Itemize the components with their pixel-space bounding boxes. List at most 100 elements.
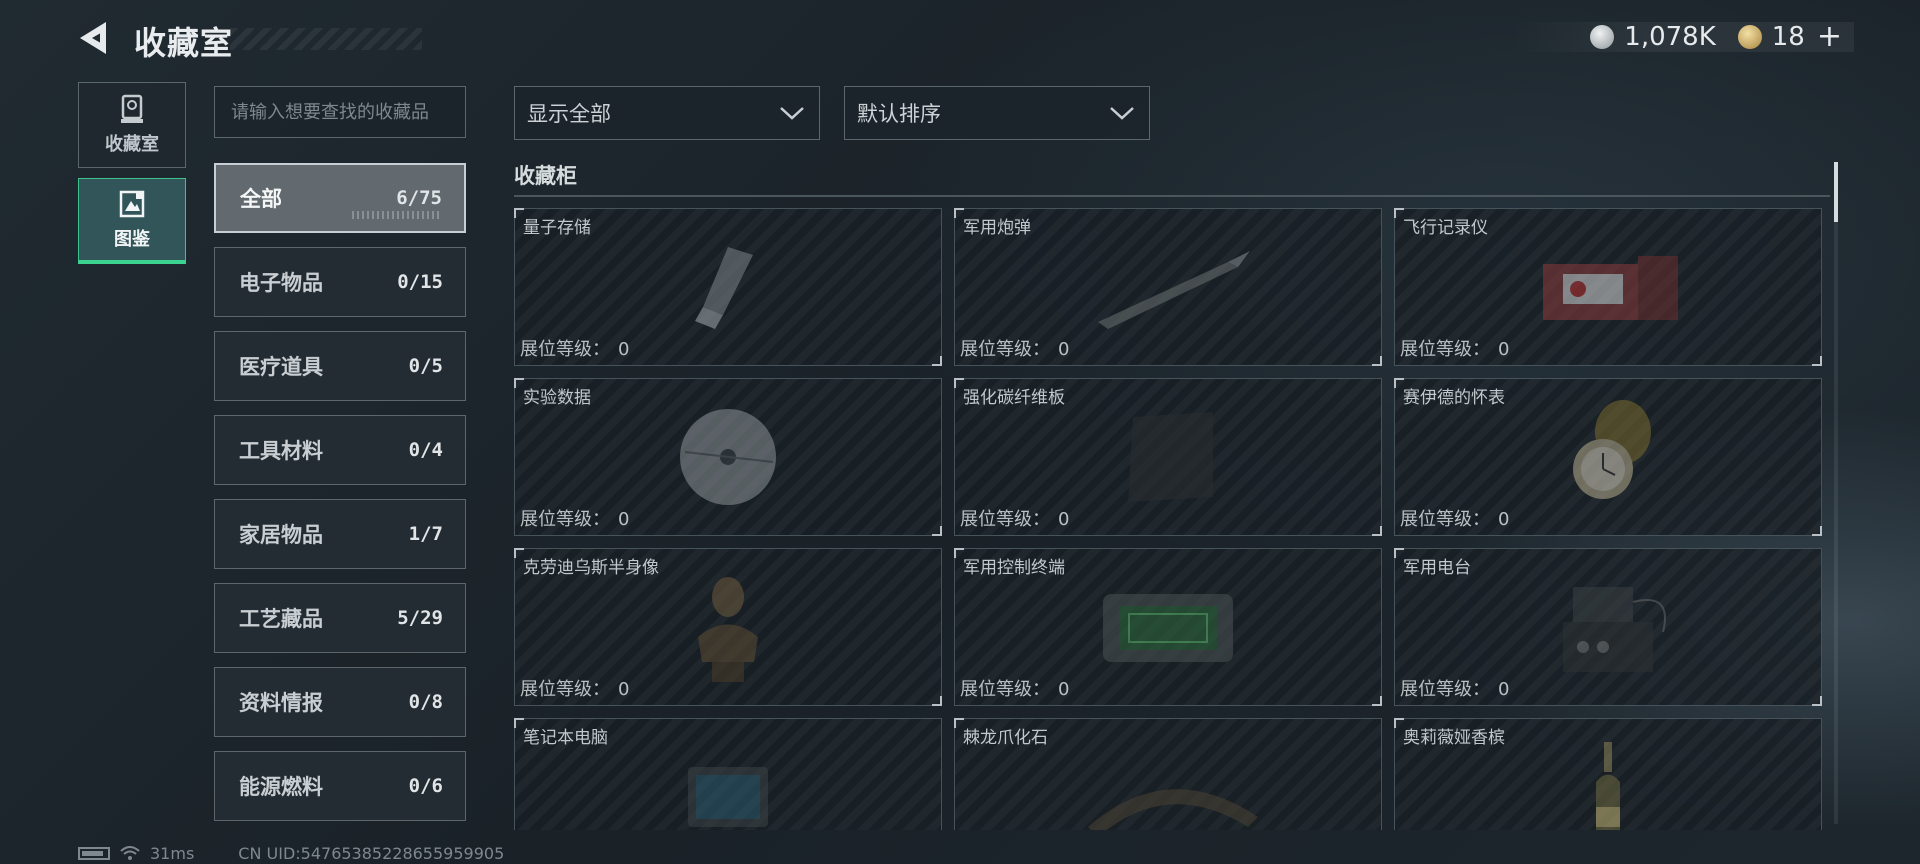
status-footer: 31ms CN UID:54765385228655959905	[78, 843, 504, 863]
bust-statue-icon	[698, 577, 758, 682]
category-item-all[interactable]: 全部 6/75	[214, 163, 466, 233]
category-name: 电子物品	[239, 271, 323, 295]
display-level: 展位等级： 0	[1400, 505, 1509, 531]
collectible-card[interactable]: 军用炮弹 展位等级： 0	[954, 208, 1382, 366]
category-list: 全部 6/75 电子物品 0/15 医疗道具 0/5 工具材料 0/4 家居物品…	[214, 163, 466, 835]
level-label: 展位等级：	[520, 679, 610, 700]
level-label: 展位等级：	[1400, 339, 1490, 360]
level-label: 展位等级：	[1400, 679, 1490, 700]
level-value: 0	[618, 679, 630, 700]
champagne-bottle-icon	[1596, 742, 1620, 830]
display-level: 展位等级： 0	[960, 335, 1069, 361]
collection-grid: 量子存储 展位等级： 0 军用炮弹 展位等级： 0 飞行记录仪 展位等级： 0 …	[514, 208, 1824, 830]
sidebar-item-label: 收藏室	[105, 134, 159, 155]
category-name: 医疗道具	[239, 355, 323, 379]
collectible-card[interactable]: 赛伊德的怀表 展位等级： 0	[1394, 378, 1822, 536]
collectible-card[interactable]: 飞行记录仪 展位等级： 0	[1394, 208, 1822, 366]
category-item-intel[interactable]: 资料情报 0/8	[214, 667, 466, 737]
sort-dropdown[interactable]: 默认排序	[844, 86, 1150, 140]
item-name: 实验数据	[523, 388, 591, 408]
scrollbar[interactable]	[1834, 162, 1838, 824]
level-value: 0	[1058, 509, 1070, 530]
category-item-energy[interactable]: 能源燃料 0/6	[214, 751, 466, 821]
category-count: 0/5	[408, 355, 443, 377]
category-item-tools[interactable]: 工具材料 0/4	[214, 415, 466, 485]
pocket-watch-icon	[1573, 400, 1651, 499]
display-level: 展位等级： 0	[1400, 675, 1509, 701]
chevron-down-icon	[780, 107, 804, 120]
back-arrow-icon	[80, 22, 106, 54]
sidebar-item-catalog[interactable]: 图鉴	[78, 178, 186, 264]
add-ticket-button[interactable]: +	[1817, 22, 1842, 52]
category-name: 工具材料	[239, 439, 323, 463]
chevron-down-icon	[1110, 107, 1134, 120]
currency-bar: 1,078K 18 +	[1510, 22, 1854, 52]
back-button[interactable]	[78, 20, 114, 56]
item-name: 克劳迪乌斯半身像	[523, 558, 659, 578]
collectible-card[interactable]: 笔记本电脑 展位等级：0	[514, 718, 942, 830]
currency-value: 1,078K	[1624, 22, 1716, 52]
catalog-icon	[119, 190, 145, 217]
category-item-household[interactable]: 家居物品 1/7	[214, 499, 466, 569]
collectible-card[interactable]: 实验数据 展位等级： 0	[514, 378, 942, 536]
category-count: 0/15	[397, 271, 443, 293]
category-count: 0/4	[408, 439, 443, 461]
ping-value: 31ms	[150, 843, 195, 863]
dropdown-value: 默认排序	[857, 102, 941, 126]
ticket-icon	[1737, 25, 1762, 49]
category-name: 工艺藏品	[239, 607, 323, 631]
level-value: 0	[1058, 679, 1070, 700]
collectible-card[interactable]: 量子存储 展位等级： 0	[514, 208, 942, 366]
category-name: 全部	[240, 187, 282, 211]
category-item-medical[interactable]: 医疗道具 0/5	[214, 331, 466, 401]
category-name: 资料情报	[239, 691, 323, 715]
collectible-card[interactable]: 克劳迪乌斯半身像 展位等级： 0	[514, 548, 942, 706]
coin-icon	[1590, 25, 1615, 49]
category-count: 1/7	[408, 523, 443, 545]
display-filter-dropdown[interactable]: 显示全部	[514, 86, 820, 140]
level-value: 0	[618, 339, 630, 360]
level-label: 展位等级：	[960, 509, 1050, 530]
level-value: 0	[1498, 339, 1510, 360]
level-label: 展位等级：	[960, 339, 1050, 360]
collectible-card[interactable]: 奥莉薇娅香槟 展位等级：0	[1394, 718, 1822, 830]
level-value: 0	[618, 509, 630, 530]
display-level: 展位等级： 0	[520, 505, 629, 531]
battery-icon	[78, 846, 110, 860]
category-count: 0/8	[408, 691, 443, 713]
usb-drive-icon	[695, 247, 753, 329]
display-level: 展位等级： 0	[960, 675, 1069, 701]
level-label: 展位等级：	[520, 339, 610, 360]
scrollbar-thumb[interactable]	[1834, 162, 1838, 222]
item-name: 赛伊德的怀表	[1403, 388, 1505, 408]
collectible-card[interactable]: 军用控制终端 展位等级： 0	[954, 548, 1382, 706]
collection-grid-viewport: 量子存储 展位等级： 0 军用炮弹 展位等级： 0 飞行记录仪 展位等级： 0 …	[514, 208, 1824, 830]
ticket-value: 18	[1771, 22, 1805, 52]
collectible-card[interactable]: 棘龙爪化石 展位等级：0	[954, 718, 1382, 830]
category-item-crafts[interactable]: 工艺藏品 5/29	[214, 583, 466, 653]
item-name: 军用电台	[1403, 558, 1471, 578]
sidebar-item-label: 图鉴	[114, 228, 150, 250]
section-divider	[514, 195, 1830, 197]
dropdown-value: 显示全部	[527, 102, 611, 126]
artillery-shell-icon	[1098, 251, 1250, 329]
level-label: 展位等级：	[1400, 509, 1490, 530]
category-count: 5/29	[397, 607, 443, 629]
item-name: 强化碳纤维板	[963, 388, 1065, 408]
control-terminal-icon	[1103, 594, 1233, 662]
collectible-card[interactable]: 军用电台 展位等级： 0	[1394, 548, 1822, 706]
fossil-claw-icon	[1088, 789, 1258, 830]
title-decoration	[230, 28, 422, 50]
category-count: 6/75	[396, 187, 442, 209]
data-disc-icon	[680, 409, 776, 505]
flight-recorder-icon	[1543, 256, 1678, 320]
category-item-electronics[interactable]: 电子物品 0/15	[214, 247, 466, 317]
level-label: 展位等级：	[960, 679, 1050, 700]
collectible-card[interactable]: 强化碳纤维板 展位等级： 0	[954, 378, 1382, 536]
sidebar-item-collection-room[interactable]: 收藏室	[78, 82, 186, 168]
collection-room-icon	[121, 94, 143, 123]
search-input[interactable]	[214, 86, 466, 138]
item-name: 量子存储	[523, 218, 591, 238]
top-bar: 收藏室 1,078K 18 +	[0, 0, 1920, 80]
carbon-plate-icon	[1128, 412, 1213, 502]
